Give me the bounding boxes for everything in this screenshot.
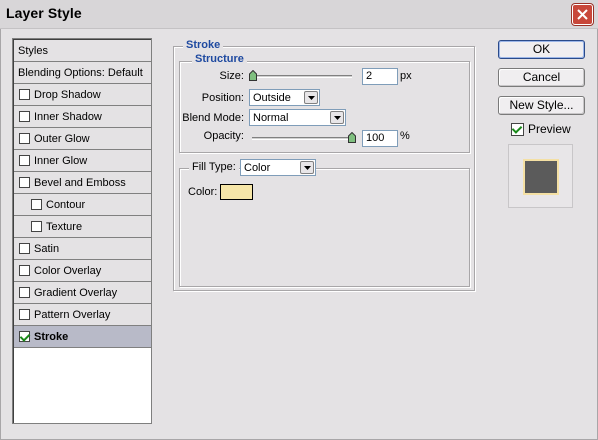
style-item-stroke[interactable]: Stroke bbox=[14, 326, 151, 348]
style-item-drop-shadow[interactable]: Drop Shadow bbox=[14, 84, 151, 106]
style-item-checkbox[interactable] bbox=[19, 133, 30, 144]
size-label: Size: bbox=[219, 70, 244, 82]
style-item-contour[interactable]: Contour bbox=[14, 194, 151, 216]
position-label: Position: bbox=[201, 92, 244, 104]
style-preview bbox=[508, 144, 573, 208]
chevron-down-icon bbox=[334, 116, 341, 120]
chevron-down-icon bbox=[304, 166, 311, 170]
size-slider-track[interactable] bbox=[252, 75, 352, 78]
style-item-label: Drop Shadow bbox=[34, 88, 101, 101]
chevron-down-icon bbox=[308, 96, 315, 100]
close-icon bbox=[577, 9, 588, 20]
styles-header[interactable]: Styles bbox=[14, 40, 151, 62]
style-item-checkbox[interactable] bbox=[19, 89, 30, 100]
fill-type-value: Color bbox=[244, 162, 271, 174]
style-item-checkbox[interactable] bbox=[19, 287, 30, 298]
opacity-slider-track[interactable] bbox=[252, 137, 352, 140]
blend-mode-label: Blend Mode: bbox=[182, 112, 244, 124]
style-item-label: Outer Glow bbox=[34, 132, 90, 145]
style-item-gradient-overlay[interactable]: Gradient Overlay bbox=[14, 282, 151, 304]
size-input[interactable]: 2 bbox=[362, 68, 398, 85]
style-item-checkbox[interactable] bbox=[31, 199, 42, 210]
style-item-label: Inner Shadow bbox=[34, 110, 102, 123]
preview-checkbox[interactable] bbox=[511, 122, 524, 136]
style-item-label: Contour bbox=[46, 198, 86, 211]
preview-thumbnail bbox=[523, 159, 559, 195]
fill-type-select[interactable]: Color bbox=[240, 159, 316, 176]
ok-button[interactable]: OK bbox=[498, 40, 585, 59]
position-value: Outside bbox=[253, 92, 291, 104]
blend-mode-value: Normal bbox=[253, 112, 289, 124]
blending-options-item[interactable]: Blending Options: Default bbox=[14, 62, 151, 84]
position-dropdown-button[interactable] bbox=[304, 91, 318, 104]
fill-type-label: Fill Type: bbox=[189, 161, 239, 173]
preview-label: Preview bbox=[528, 122, 571, 136]
opacity-input[interactable]: 100 bbox=[362, 130, 398, 147]
style-item-label: Stroke bbox=[34, 330, 69, 343]
color-label: Color: bbox=[188, 186, 218, 198]
style-item-checkbox[interactable] bbox=[19, 177, 30, 188]
style-item-label: Texture bbox=[46, 220, 83, 233]
style-item-checkbox[interactable] bbox=[19, 309, 30, 320]
style-item-texture[interactable]: Texture bbox=[14, 216, 151, 238]
opacity-slider-thumb[interactable] bbox=[348, 132, 356, 143]
style-item-checkbox[interactable] bbox=[19, 243, 30, 254]
style-item-outer-glow[interactable]: Outer Glow bbox=[14, 128, 151, 150]
style-item-label: Gradient Overlay bbox=[34, 286, 118, 299]
style-item-pattern-overlay[interactable]: Pattern Overlay bbox=[14, 304, 151, 326]
style-item-color-overlay[interactable]: Color Overlay bbox=[14, 260, 151, 282]
style-item-checkbox[interactable] bbox=[19, 111, 30, 122]
style-item-label: Bevel and Emboss bbox=[34, 176, 126, 189]
style-item-checkbox[interactable] bbox=[19, 155, 30, 166]
opacity-label: Opacity: bbox=[203, 130, 244, 142]
position-select[interactable]: Outside bbox=[249, 89, 320, 106]
close-button[interactable] bbox=[572, 4, 593, 25]
style-item-checkbox[interactable] bbox=[19, 331, 30, 342]
fill-type-dropdown-button[interactable] bbox=[300, 161, 314, 174]
style-item-label: Satin bbox=[34, 242, 60, 255]
style-item-inner-glow[interactable]: Inner Glow bbox=[14, 150, 151, 172]
style-item-label: Pattern Overlay bbox=[34, 308, 111, 321]
stroke-color-swatch[interactable] bbox=[220, 184, 253, 200]
title-bar: Layer Style bbox=[0, 0, 598, 29]
blending-options-label: Blending Options: Default bbox=[18, 66, 143, 79]
style-item-inner-shadow[interactable]: Inner Shadow bbox=[14, 106, 151, 128]
size-slider-thumb[interactable] bbox=[249, 70, 257, 81]
size-unit: px bbox=[400, 70, 412, 82]
preview-toggle[interactable]: Preview bbox=[511, 122, 571, 136]
blend-mode-dropdown-button[interactable] bbox=[330, 111, 344, 124]
style-item-label: Inner Glow bbox=[34, 154, 88, 167]
styles-header-label: Styles bbox=[18, 44, 48, 57]
style-item-bevel-and-emboss[interactable]: Bevel and Emboss bbox=[14, 172, 151, 194]
style-item-checkbox[interactable] bbox=[31, 221, 42, 232]
style-item-checkbox[interactable] bbox=[19, 265, 30, 276]
structure-heading: Structure bbox=[192, 53, 247, 65]
styles-panel: Styles Blending Options: Default Drop Sh… bbox=[12, 38, 152, 424]
stroke-heading: Stroke bbox=[183, 39, 224, 51]
new-style-button[interactable]: New Style... bbox=[498, 96, 585, 115]
blend-mode-select[interactable]: Normal bbox=[249, 109, 346, 126]
window-title: Layer Style bbox=[6, 5, 82, 21]
style-item-satin[interactable]: Satin bbox=[14, 238, 151, 260]
cancel-button[interactable]: Cancel bbox=[498, 68, 585, 87]
style-item-label: Color Overlay bbox=[34, 264, 102, 277]
opacity-unit: % bbox=[400, 130, 410, 142]
